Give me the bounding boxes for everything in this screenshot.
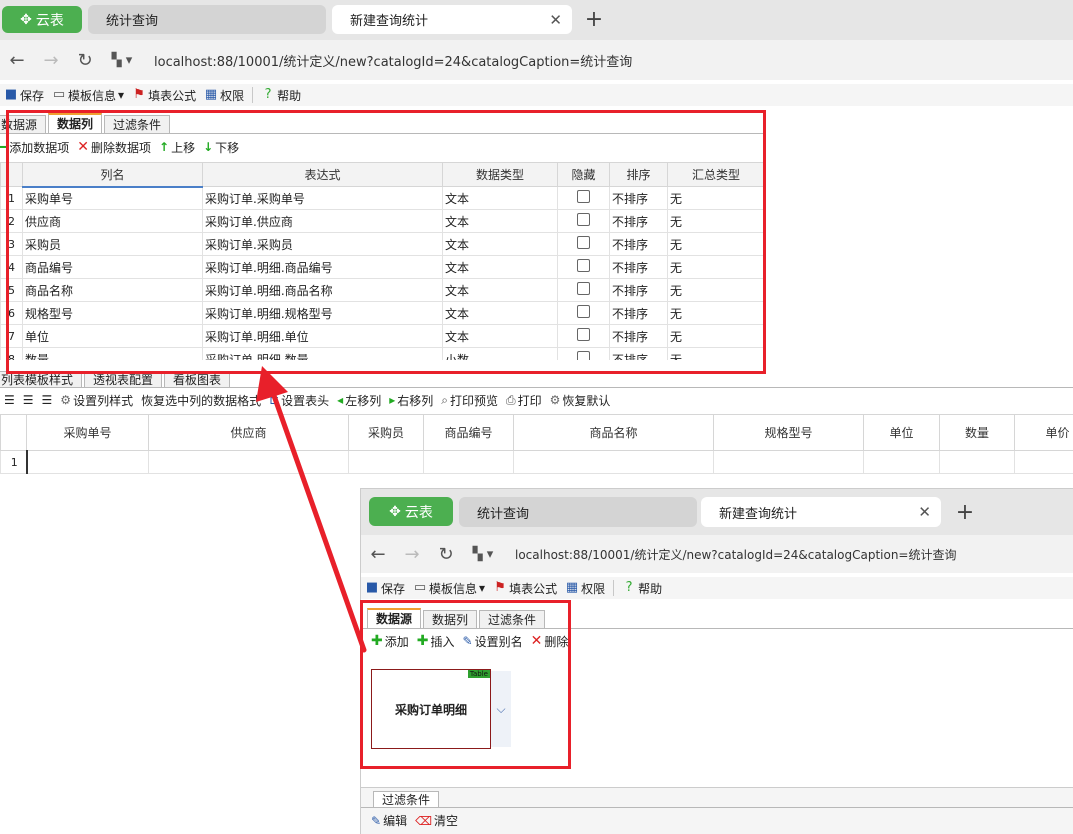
annotation-arrow	[256, 366, 367, 653]
arrow-shaft	[269, 387, 367, 653]
arrow-head	[256, 366, 288, 402]
